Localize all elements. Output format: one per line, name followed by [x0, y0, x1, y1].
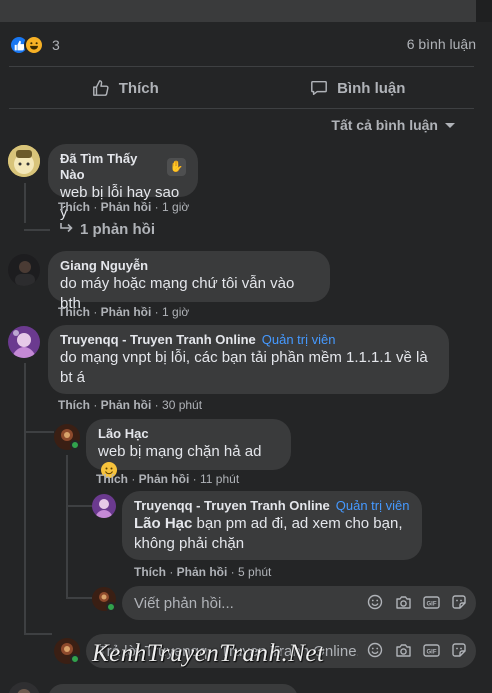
svg-text:GIF: GIF	[426, 649, 436, 655]
view-replies-link[interactable]: 1 phản hồi	[60, 221, 155, 238]
sticker-icon[interactable]	[450, 641, 468, 659]
like-reply-link[interactable]: Thích	[134, 565, 166, 579]
like-reply-link[interactable]: Thích	[96, 472, 128, 486]
reply-meta: Thích · Phản hồi · 5 phút	[134, 565, 272, 579]
reply-bubble: Truyenqq - Truyen Tranh Online Quản trị …	[122, 491, 422, 560]
sticker-icon[interactable]	[450, 593, 468, 611]
comment-time[interactable]: 1 giờ	[162, 200, 189, 214]
avatar[interactable]	[92, 494, 116, 518]
admin-badge[interactable]: Quản trị viên	[262, 332, 336, 348]
thumbs-up-icon	[92, 79, 110, 97]
reaction-count: 3	[52, 37, 60, 53]
top-bar	[0, 0, 492, 22]
comment-bubble: Truyenqq - Truyen Tranh Online Quản trị …	[48, 325, 449, 394]
comment-bubble	[48, 684, 298, 693]
emoji-picker-icon[interactable]	[366, 593, 384, 611]
comment-meta: Thích · Phản hồi · 1 giờ	[58, 200, 190, 214]
reaction-summary[interactable]: 3	[9, 34, 60, 56]
online-status-dot	[106, 602, 116, 612]
reply-text: Lão Hạc bạn pm ad đi, ad xem cho bạn, kh…	[134, 515, 403, 552]
avatar[interactable]	[8, 682, 40, 693]
thread-line	[66, 455, 68, 597]
reply-reply-link[interactable]: Phản hồi	[139, 472, 190, 486]
reply-bubble: Lão Hạc web bị mạng chặn hả ad	[86, 419, 291, 478]
admin-badge[interactable]: Quản trị viên	[336, 498, 410, 514]
gif-icon[interactable]: GIF	[422, 641, 440, 659]
online-status-dot	[70, 654, 80, 664]
comment-meta: Thích · Phản hồi · 1 giờ	[58, 305, 190, 319]
comment-button[interactable]: Bình luận	[242, 72, 475, 104]
comment-meta: Thích · Phản hồi · 30 phút	[58, 398, 203, 412]
avatar[interactable]	[8, 326, 40, 358]
thread-line	[24, 363, 26, 633]
like-comment-link[interactable]: Thích	[58, 200, 90, 214]
comment-time[interactable]: 30 phút	[162, 398, 202, 412]
thread-line	[24, 183, 26, 223]
waving-hand-icon: ✋	[166, 158, 186, 176]
comment-bubble: Giang Nguyễn do máy hoặc mạng chứ tôi vẫ…	[48, 251, 330, 312]
comment-author[interactable]: Truyenqq - Truyen Tranh Online Quản trị …	[60, 332, 437, 348]
avatar[interactable]	[8, 254, 40, 286]
comment-text: do mạng vnpt bị lỗi, các bạn tải phần mề…	[60, 349, 428, 386]
divider	[9, 66, 474, 67]
thread-reply-input-box: GIF	[86, 634, 476, 668]
comment-author[interactable]: Giang Nguyễn	[60, 258, 318, 274]
thread-line	[24, 633, 52, 635]
reply-comment-link[interactable]: Phản hồi	[101, 398, 152, 412]
reply-reply-link[interactable]: Phản hồi	[177, 565, 228, 579]
reply-arrow-icon	[60, 221, 74, 238]
comment-author[interactable]: Đã Tìm Thấy Nào ✋	[60, 151, 186, 183]
post-action-row: Thích Bình luận	[9, 72, 474, 104]
composer-icons: GIF	[366, 641, 468, 659]
divider	[9, 108, 474, 109]
reply-input[interactable]	[134, 594, 334, 612]
view-replies-label: 1 phản hồi	[80, 221, 155, 238]
comment-bubble: Đã Tìm Thấy Nào ✋ web bị lỗi hay sao ý	[48, 144, 198, 221]
caret-down-icon	[444, 117, 456, 133]
thread-reply-input[interactable]	[98, 642, 358, 660]
gif-icon[interactable]: GIF	[422, 593, 440, 611]
reply-meta: Thích · Phản hồi · 11 phút	[96, 472, 240, 486]
like-button-label: Thích	[118, 79, 159, 97]
svg-text:GIF: GIF	[426, 601, 436, 607]
comment-count[interactable]: 6 bình luận	[407, 36, 476, 52]
reply-time[interactable]: 5 phút	[238, 565, 271, 579]
like-comment-link[interactable]: Thích	[58, 305, 90, 319]
avatar[interactable]	[8, 145, 40, 177]
thread-line	[66, 505, 92, 507]
like-button[interactable]: Thích	[9, 72, 242, 104]
camera-icon[interactable]	[394, 593, 412, 611]
comment-filter-dropdown[interactable]: Tất cả bình luận	[331, 117, 456, 133]
comment-icon	[310, 79, 328, 97]
haha-reaction-icon	[24, 35, 44, 55]
comment-filter-label: Tất cả bình luận	[331, 117, 438, 133]
reply-input-box: GIF	[122, 586, 476, 620]
thread-line	[24, 229, 50, 231]
emoji-picker-icon[interactable]	[366, 641, 384, 659]
comment-button-label: Bình luận	[337, 79, 406, 97]
online-status-dot	[70, 440, 80, 450]
reply-time[interactable]: 11 phút	[200, 472, 239, 486]
camera-icon[interactable]	[394, 641, 412, 659]
reply-comment-link[interactable]: Phản hồi	[101, 305, 152, 319]
like-comment-link[interactable]: Thích	[58, 398, 90, 412]
scrollbar-stub[interactable]	[476, 0, 492, 22]
comment-time[interactable]: 1 giờ	[162, 305, 189, 319]
reply-author[interactable]: Truyenqq - Truyen Tranh Online Quản trị …	[134, 498, 410, 514]
reply-comment-link[interactable]: Phản hồi	[101, 200, 152, 214]
thread-line	[24, 431, 54, 433]
composer-icons: GIF	[366, 593, 468, 611]
mention-link[interactable]: Lão Hạc	[134, 515, 192, 532]
thread-line	[66, 597, 92, 599]
reply-author[interactable]: Lão Hạc	[98, 426, 279, 442]
